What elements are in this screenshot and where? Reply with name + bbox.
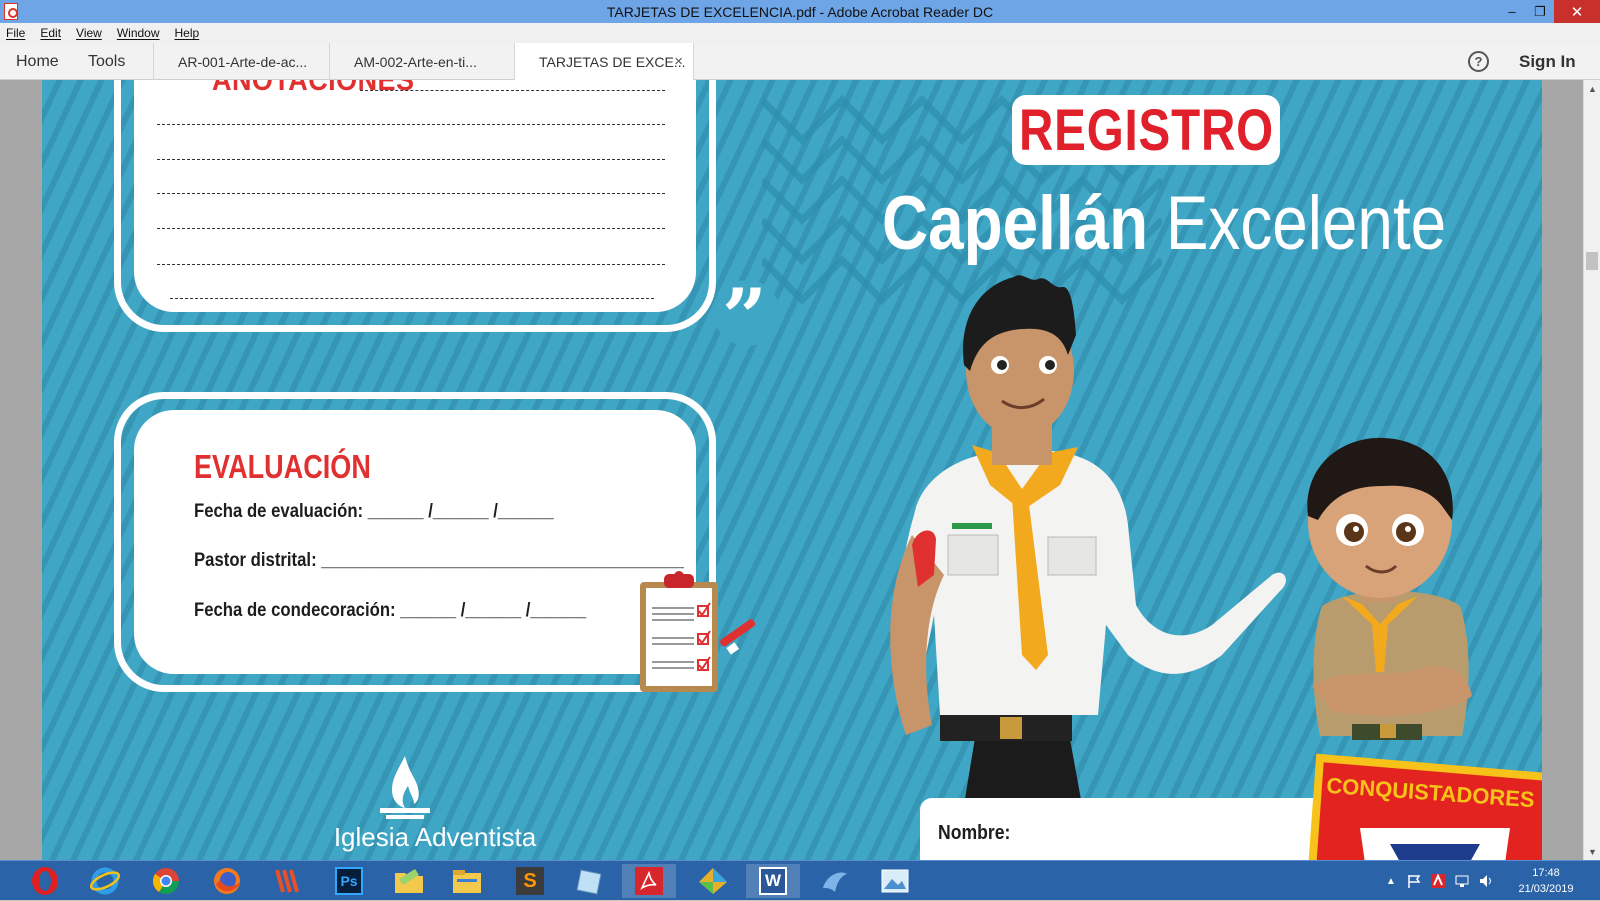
tab-document-1[interactable]: AR-001-Arte-de-ac... (153, 43, 329, 80)
chrome-icon[interactable] (139, 864, 193, 898)
volume-icon[interactable] (1478, 873, 1494, 889)
tab-document-2[interactable]: AM-002-Arte-en-ti... (329, 43, 514, 80)
write-line (157, 228, 665, 229)
show-hidden-icons-icon[interactable]: ▲ (1386, 876, 1396, 887)
fecha-condecoracion-field: Fecha de condecoración: ______ /______ /… (194, 600, 587, 621)
title-light: Excelente (1148, 181, 1447, 266)
tab-document-3[interactable]: TARJETAS DE EXCE... × (514, 43, 694, 80)
antivirus-icon[interactable] (1430, 873, 1446, 889)
network-icon[interactable] (1454, 873, 1470, 889)
app-icon[interactable] (260, 864, 314, 898)
capellan-excelente-title: Capellán Excelente (882, 180, 1446, 267)
menu-window[interactable]: Window (117, 26, 160, 40)
paint-icon[interactable] (686, 864, 740, 898)
photoshop-icon[interactable]: Ps (322, 864, 376, 898)
opera-icon[interactable] (18, 864, 72, 898)
clock-date: 21/03/2019 (1518, 883, 1574, 895)
tools-button[interactable]: Tools (88, 43, 125, 80)
tab-label: AR-001-Arte-de-ac... (178, 53, 308, 70)
write-line (157, 264, 665, 265)
action-center-flag-icon[interactable] (1406, 873, 1422, 889)
close-button[interactable]: ✕ (1554, 0, 1600, 23)
minimize-button[interactable]: – (1498, 0, 1526, 23)
app-icon[interactable] (808, 864, 862, 898)
window-controls: – ❐ ✕ (1498, 0, 1600, 23)
write-line (157, 124, 665, 125)
adult-pathfinder-illustration (890, 275, 1286, 805)
scroll-up-icon[interactable]: ▲ (1584, 80, 1600, 97)
pdf-page: ANOTACIONES ” EVALUACIÓN Fecha de evalua… (42, 80, 1542, 860)
scroll-down-icon[interactable]: ▼ (1584, 843, 1600, 860)
write-line (170, 298, 654, 299)
notes-icon[interactable] (563, 864, 617, 898)
home-button[interactable]: Home (16, 43, 59, 80)
acrobat-app-icon[interactable] (4, 3, 18, 20)
write-line (157, 159, 665, 160)
sign-in-button[interactable]: Sign In (1519, 43, 1576, 80)
registro-text: REGISTRO (1018, 97, 1274, 163)
word-icon[interactable]: W (746, 864, 800, 898)
fecha-evaluacion-field: Fecha de evaluación: ______ /______ /___… (194, 501, 554, 522)
tab-bar: Home Tools AR-001-Arte-de-ac... AM-002-A… (0, 43, 1600, 80)
anotaciones-panel (134, 80, 696, 312)
pastor-distrital-field: Pastor distrital: ______________________… (194, 550, 684, 571)
photos-icon[interactable] (868, 864, 922, 898)
registro-label: REGISTRO (1012, 95, 1280, 165)
help-icon[interactable]: ? (1468, 51, 1489, 72)
menu-edit[interactable]: Edit (40, 26, 61, 40)
sublime-icon[interactable]: S (503, 864, 557, 898)
restore-button[interactable]: ❐ (1526, 0, 1554, 23)
tab-label: TARJETAS DE EXCE... (539, 53, 686, 70)
tab-close-icon[interactable]: × (674, 53, 683, 70)
title-bar: TARJETAS DE EXCELENCIA.pdf - Adobe Acrob… (0, 0, 1600, 23)
title-bold: Capellán (882, 181, 1149, 266)
scroll-thumb[interactable] (1586, 252, 1598, 270)
internet-explorer-icon[interactable] (78, 864, 132, 898)
window-title: TARJETAS DE EXCELENCIA.pdf - Adobe Acrob… (606, 3, 994, 20)
iglesia-adventista-logo: Iglesia Adventista (310, 752, 536, 860)
adventist-flame-icon (380, 756, 430, 819)
menu-view[interactable]: View (76, 26, 102, 40)
folder-icon[interactable] (382, 864, 436, 898)
quote-icon: ” (722, 272, 767, 363)
firefox-icon[interactable] (200, 864, 254, 898)
kid-pathfinder-illustration (1307, 437, 1472, 740)
evaluacion-title: EVALUACIÓN (194, 448, 371, 485)
clock[interactable]: 17:48 21/03/2019 (1496, 865, 1596, 897)
write-line (157, 193, 665, 194)
vertical-scrollbar[interactable]: ▲ ▼ (1583, 80, 1600, 860)
file-explorer-icon[interactable] (440, 864, 494, 898)
tab-label: AM-002-Arte-en-ti... (354, 53, 477, 70)
clipboard-icon (640, 571, 756, 692)
system-tray: ▲ (1386, 861, 1494, 901)
clock-time: 17:48 (1532, 867, 1560, 879)
nombre-label: Nombre: (938, 822, 1011, 844)
anotaciones-title: ANOTACIONES (212, 80, 415, 97)
menu-file[interactable]: File (6, 26, 25, 40)
write-line (360, 90, 665, 91)
taskbar: Ps S W ▲ 17:48 21/03/2019 (0, 860, 1600, 900)
acrobat-icon[interactable] (622, 864, 676, 898)
menu-help[interactable]: Help (175, 26, 200, 40)
iglesia-text: Iglesia Adventista (333, 822, 537, 852)
document-viewport[interactable]: ANOTACIONES ” EVALUACIÓN Fecha de evalua… (0, 80, 1583, 860)
conquistadores-badge: CONQUISTADORES (1308, 753, 1542, 860)
menu-bar: File Edit View Window Help (0, 23, 1600, 43)
